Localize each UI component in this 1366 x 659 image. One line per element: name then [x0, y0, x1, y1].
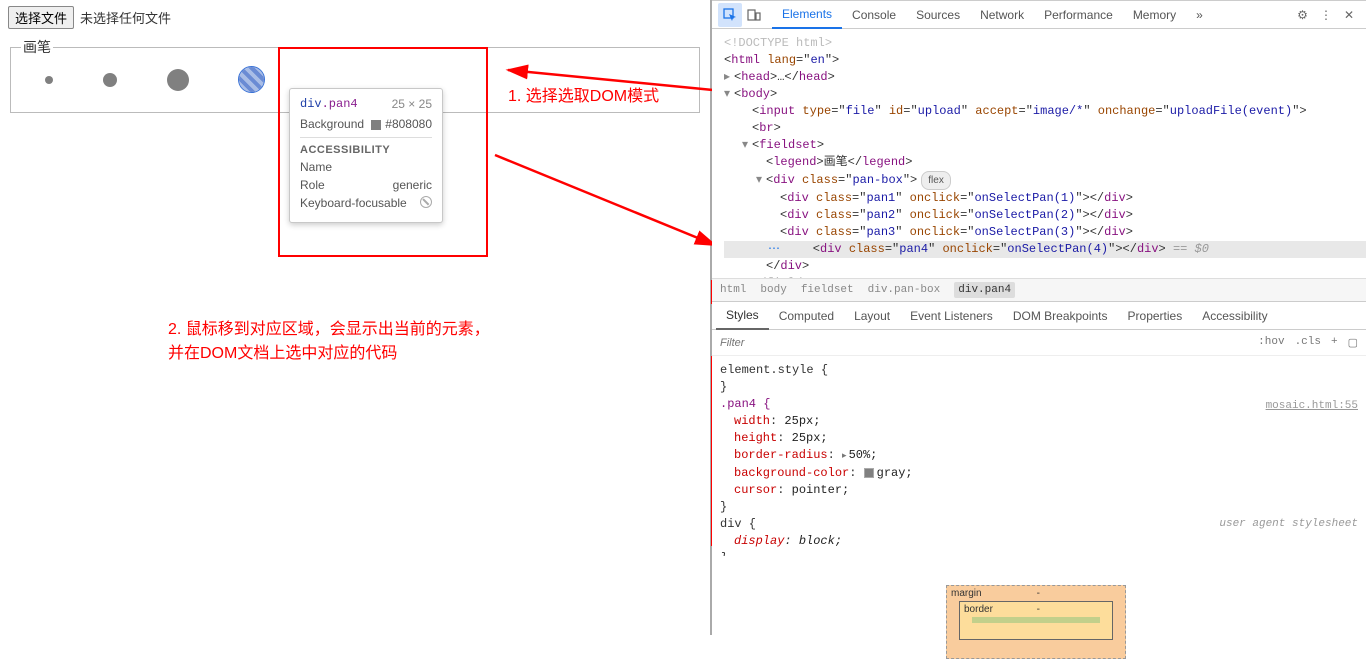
box-model-diagram: margin- border-	[946, 585, 1126, 659]
tab-sources[interactable]: Sources	[906, 2, 970, 28]
tab-performance[interactable]: Performance	[1034, 2, 1123, 28]
breadcrumb-pan4[interactable]: div.pan4	[954, 282, 1015, 298]
styles-filter-row: :hov .cls + ▢	[712, 330, 1366, 356]
tab-network[interactable]: Network	[970, 2, 1034, 28]
rule-source-link[interactable]: mosaic.html:55	[1266, 398, 1358, 415]
element-inspector-tooltip: div.pan4 25 × 25 Background #808080 ACCE…	[289, 88, 443, 223]
tab-elements[interactable]: Elements	[772, 1, 842, 29]
tab-console[interactable]: Console	[842, 2, 906, 28]
add-rule-button[interactable]: +	[1331, 336, 1338, 350]
brush-size-3[interactable]	[167, 69, 189, 91]
subtab-layout[interactable]: Layout	[844, 303, 900, 329]
devtools-tabbar: Elements Console Sources Network Perform…	[712, 1, 1366, 29]
flex-badge[interactable]: flex	[921, 171, 951, 190]
devtools-panel: Elements Console Sources Network Perform…	[712, 0, 1366, 635]
fieldset-legend: 画笔	[21, 37, 53, 57]
subtab-accessibility[interactable]: Accessibility	[1192, 303, 1277, 329]
hov-toggle[interactable]: :hov	[1258, 336, 1284, 350]
styles-pane[interactable]: element.style { } mosaic.html:55.pan4 { …	[712, 356, 1366, 556]
subtab-computed[interactable]: Computed	[769, 303, 844, 329]
computed-toggle-icon[interactable]: ▢	[1348, 336, 1358, 350]
brush-size-4[interactable]	[239, 67, 264, 92]
tooltip-a11y-header: ACCESSIBILITY	[300, 144, 432, 156]
subtab-event-listeners[interactable]: Event Listeners	[900, 303, 1003, 329]
styles-filter-input[interactable]	[720, 337, 1258, 349]
styles-subtabs: Styles Computed Layout Event Listeners D…	[712, 302, 1366, 330]
inspect-element-icon[interactable]	[718, 3, 742, 27]
tab-more[interactable]: »	[1186, 2, 1213, 28]
tooltip-selector: div.pan4	[300, 97, 358, 111]
close-devtools-icon[interactable]: ✕	[1338, 4, 1360, 26]
subtab-dom-breakpoints[interactable]: DOM Breakpoints	[1003, 303, 1118, 329]
subtab-styles[interactable]: Styles	[716, 302, 769, 330]
cls-toggle[interactable]: .cls	[1295, 336, 1321, 350]
subtab-properties[interactable]: Properties	[1118, 303, 1193, 329]
settings-gear-icon[interactable]: ⚙	[1291, 4, 1314, 26]
breadcrumb-html[interactable]: html	[720, 284, 746, 296]
dom-doctype: <!DOCTYPE html>	[724, 35, 1366, 52]
tab-memory[interactable]: Memory	[1123, 2, 1186, 28]
breadcrumb-fieldset[interactable]: fieldset	[801, 284, 854, 296]
breadcrumb-panbox[interactable]: div.pan-box	[868, 284, 941, 296]
file-input-row: 选择文件 未选择任何文件	[0, 0, 710, 35]
kebab-menu-icon[interactable]: ⋮	[1314, 4, 1338, 26]
brush-size-2[interactable]	[103, 73, 117, 87]
tooltip-kf-label: Keyboard-focusable	[300, 196, 407, 210]
file-status-text: 未选择任何文件	[80, 8, 171, 27]
selected-dom-node[interactable]: ⋯ <div class="pan4" onclick="onSelectPan…	[724, 241, 1366, 258]
color-swatch-icon[interactable]	[864, 468, 874, 478]
forbidden-icon	[420, 196, 432, 208]
annotation-step1: 1. 选择选取DOM模式	[508, 85, 659, 109]
tooltip-bg-label: Background	[300, 117, 364, 131]
brush-size-1[interactable]	[45, 76, 53, 84]
device-toolbar-icon[interactable]	[742, 3, 766, 27]
dom-breadcrumb: html body fieldset div.pan-box div.pan4	[712, 278, 1366, 302]
tooltip-dimensions: 25 × 25	[392, 97, 432, 111]
user-agent-label: user agent stylesheet	[1219, 516, 1358, 533]
dom-tree[interactable]: <!DOCTYPE html> <html lang="en"> ▸<head>…	[712, 29, 1366, 278]
breadcrumb-body[interactable]: body	[760, 284, 786, 296]
choose-file-button[interactable]: 选择文件	[8, 6, 74, 29]
tooltip-role-value: generic	[393, 178, 432, 192]
tooltip-bg-value: #808080	[371, 117, 432, 131]
annotation-step2: 2. 鼠标移到对应区域，会显示出当前的元素， 并在DOM文档上选中对应的代码	[168, 318, 490, 366]
tooltip-role-label: Role	[300, 178, 325, 192]
tooltip-name-label: Name	[300, 160, 332, 174]
